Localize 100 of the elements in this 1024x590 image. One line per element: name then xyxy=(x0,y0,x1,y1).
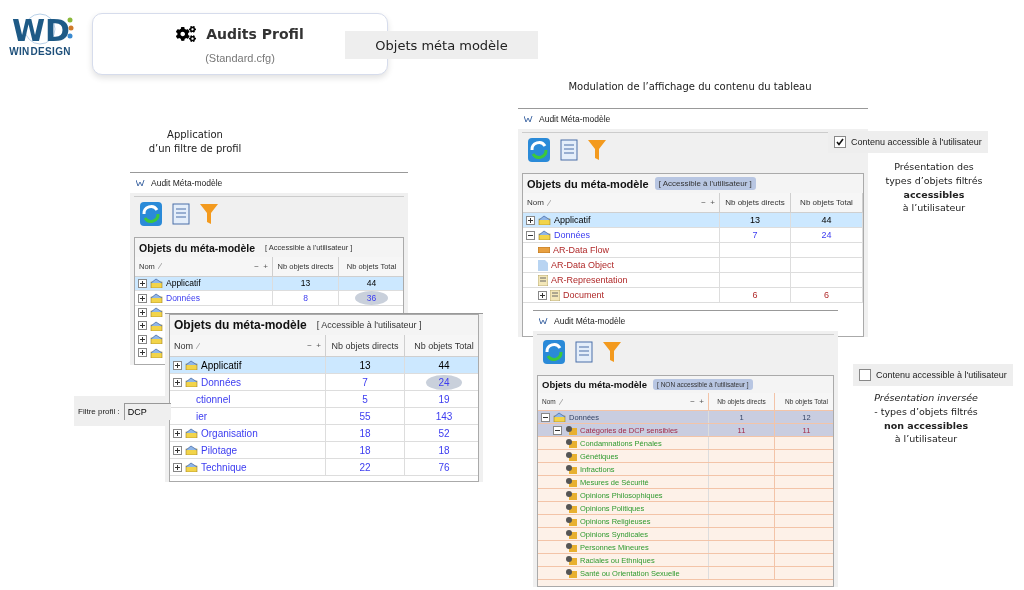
column-header[interactable]: Nb objets Total xyxy=(405,335,478,356)
count-text: 13 xyxy=(359,359,371,371)
count-text: 76 xyxy=(438,461,450,473)
tree-row[interactable]: AR-Data Object xyxy=(523,258,863,273)
sort-icon xyxy=(157,263,162,270)
item-name: Données xyxy=(201,376,242,388)
category-icon xyxy=(565,425,577,435)
count-text: 44 xyxy=(821,215,832,225)
category-icon xyxy=(565,477,577,487)
flow-icon xyxy=(538,247,550,253)
note-text: Présentation inversée - types d’objets filtrés non accessibles à l’utilisateur xyxy=(873,391,979,447)
tree-row[interactable]: Données 7 24 xyxy=(523,228,863,243)
tree-row[interactable]: Organisation 18 52 xyxy=(170,425,478,442)
expand-icon[interactable] xyxy=(138,293,147,303)
item-name: Applicatif xyxy=(201,359,242,371)
count-text: 6 xyxy=(824,290,829,300)
folder-icon xyxy=(185,428,198,438)
item-name: Organisation xyxy=(201,427,258,439)
expand-icon[interactable] xyxy=(526,215,535,225)
count-text: 13 xyxy=(300,278,311,289)
tree-row[interactable]: AR-Data Flow xyxy=(523,243,863,258)
folder-icon xyxy=(150,334,163,345)
section-label: Objets méta modèle xyxy=(345,31,538,59)
folder-icon xyxy=(185,377,198,387)
tree-row[interactable]: Données 8 36 xyxy=(135,291,403,306)
table-heading: Objets du méta-modèle xyxy=(139,241,256,254)
expand-icon[interactable] xyxy=(138,321,147,331)
count-text: 7 xyxy=(752,230,758,240)
count-text: 13 xyxy=(750,215,760,225)
folder-icon xyxy=(538,215,551,225)
expand-icon[interactable] xyxy=(138,334,147,344)
column-header[interactable]: Nb objets directs xyxy=(326,335,405,356)
folder-icon xyxy=(150,293,163,303)
checkbox-option[interactable]: Contenu accessible à l'utilisateur xyxy=(853,364,1013,386)
tree-row[interactable]: Document 6 6 xyxy=(523,288,863,303)
column-header[interactable]: Nom − + xyxy=(170,335,326,356)
expand-icon[interactable] xyxy=(173,377,182,387)
refresh-icon[interactable] xyxy=(528,138,550,162)
note-text: Présentation des types d’objets filtrés accessibles à l’utilisateur xyxy=(884,160,984,216)
expand-icon[interactable] xyxy=(173,360,182,370)
tree-controls[interactable]: − + xyxy=(254,261,268,271)
expand-icon[interactable] xyxy=(538,290,547,300)
tree-row[interactable]: Pilotage 18 18 xyxy=(170,442,478,459)
scope-tag: [ Accessible à l'utilisateur ] xyxy=(312,318,426,332)
count-text: 5 xyxy=(362,393,368,405)
column-header[interactable]: Nb objets directs xyxy=(720,193,791,212)
category-icon xyxy=(565,542,577,552)
collapse-icon[interactable] xyxy=(553,425,562,435)
folder-icon xyxy=(150,278,163,289)
refresh-icon[interactable] xyxy=(140,202,162,226)
expand-icon[interactable] xyxy=(138,348,147,358)
circled-total: 24 xyxy=(426,374,462,390)
count-text: 44 xyxy=(438,359,450,371)
collapse-icon[interactable] xyxy=(541,412,550,422)
folder-icon xyxy=(150,347,163,358)
tree-row[interactable]: Applicatif 13 44 xyxy=(170,357,478,374)
logo-icon xyxy=(524,116,534,122)
document-icon xyxy=(538,274,548,286)
folder-icon xyxy=(185,445,198,455)
category-icon xyxy=(565,451,577,461)
item-name: AR-Representation xyxy=(551,275,628,285)
count-text: 18 xyxy=(359,427,371,439)
expand-icon[interactable] xyxy=(173,445,182,455)
category-icon xyxy=(565,438,577,448)
sort-icon xyxy=(546,199,551,206)
expand-icon[interactable] xyxy=(173,462,182,472)
tree-row[interactable]: Applicatif 13 44 xyxy=(135,276,403,291)
refresh-icon[interactable] xyxy=(543,340,565,364)
card-title: Audits Profil xyxy=(206,26,304,42)
window-title: Audit Méta-modèle xyxy=(151,178,223,188)
expand-icon[interactable] xyxy=(138,307,147,317)
collapse-icon[interactable] xyxy=(526,230,535,240)
circled-total: 36 xyxy=(354,291,389,305)
window-title: Audit Méta-modèle xyxy=(539,114,611,124)
tree-row[interactable]: Données 7 24 xyxy=(170,374,478,391)
tree-controls[interactable]: − + xyxy=(307,341,321,350)
item-name: Technique xyxy=(201,461,247,473)
tree-row[interactable]: Technique 22 76 xyxy=(170,459,478,476)
column-header[interactable]: Nom − + xyxy=(523,193,720,212)
count-text: 44 xyxy=(366,278,377,289)
expand-icon[interactable] xyxy=(173,428,182,438)
category-icon xyxy=(565,490,577,500)
sort-icon xyxy=(558,398,563,405)
tree-row[interactable]: AR-Representation xyxy=(523,273,863,288)
caption: Application d’un filtre de profil xyxy=(147,128,243,156)
checkbox[interactable] xyxy=(834,136,846,148)
item-name: Document xyxy=(563,290,605,300)
gears-icon xyxy=(176,24,197,44)
column-header[interactable]: Nb objets Total xyxy=(791,193,863,212)
filter-label: Filtre profil : xyxy=(78,406,120,416)
item-name: ier xyxy=(195,410,208,422)
checkbox[interactable] xyxy=(859,369,871,381)
tree-controls[interactable]: − + xyxy=(701,198,715,207)
tree-row[interactable]: ctionnel 5 19 xyxy=(170,391,478,408)
tree-controls[interactable]: − + xyxy=(690,397,704,406)
tree-row[interactable]: ier 55 143 xyxy=(170,408,478,425)
expand-icon[interactable] xyxy=(138,278,147,288)
card-subtitle: (Standard.cfg) xyxy=(205,52,275,64)
filter-field[interactable]: DCP xyxy=(123,402,171,420)
checkbox-option[interactable]: Contenu accessible à l'utilisateur xyxy=(828,131,988,153)
